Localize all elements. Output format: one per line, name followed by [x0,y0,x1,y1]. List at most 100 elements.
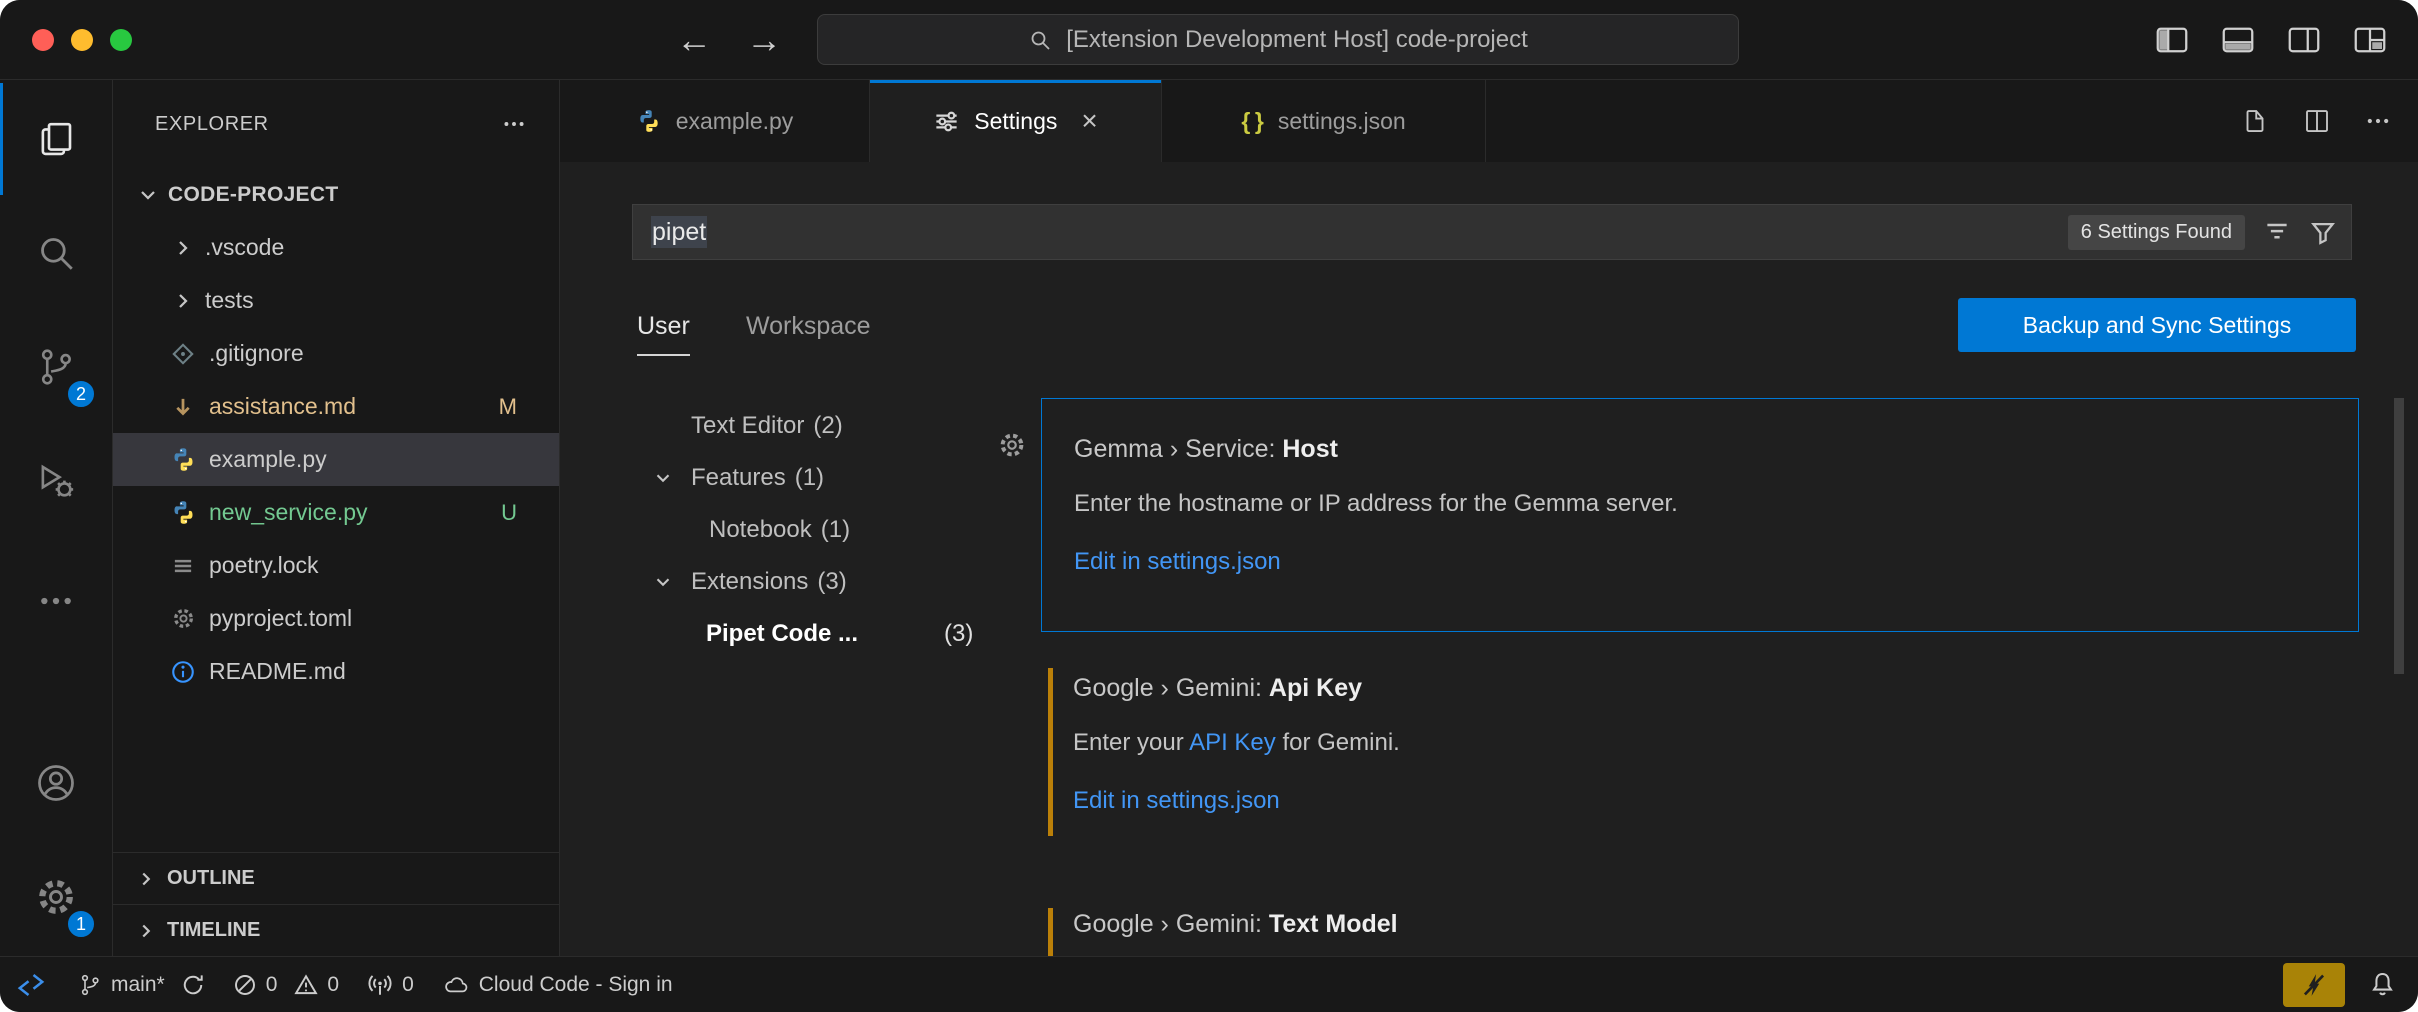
explorer-more-icon[interactable] [501,111,527,137]
git-branch-status[interactable]: main* [64,957,179,1012]
traffic-lights [32,29,132,51]
close-icon[interactable]: × [1081,107,1097,135]
activity-search[interactable] [0,197,112,309]
file-label: poetry.lock [209,552,319,579]
explorer-header: EXPLORER [155,98,527,150]
minimize-window-button[interactable] [71,29,93,51]
setting-gemma-service-host[interactable]: Gemma › Service: Host Enter the hostname… [1041,398,2359,632]
filter-funnel-icon[interactable] [2309,218,2337,246]
split-editor-icon[interactable] [2302,106,2332,136]
scope-tab-user[interactable]: User [637,312,690,356]
tree-item-readme-md[interactable]: README.md [113,645,559,698]
tab-settings-json[interactable]: { } settings.json [1162,80,1486,162]
file-label: new_service.py [209,499,368,526]
activity-settings[interactable]: 1 [0,841,112,953]
toc-notebook[interactable]: Notebook (1) [560,504,1005,556]
sidebar-bottom-sections: OUTLINE TIMELINE [113,852,559,956]
tree-item-gitignore[interactable]: .gitignore [113,327,559,380]
maximize-window-button[interactable] [110,29,132,51]
setting-category: Gemma › Service: [1074,435,1282,463]
activity-explorer[interactable] [0,83,112,195]
scope-tab-workspace[interactable]: Workspace [746,312,871,341]
api-key-link[interactable]: API Key [1189,729,1276,756]
tab-label: Settings [974,108,1057,135]
tab-settings[interactable]: Settings × [870,80,1162,162]
forward-icon[interactable]: → [746,19,782,61]
edit-in-settings-json-link[interactable]: Edit in settings.json [1074,548,2358,576]
tree-item-new-service-py[interactable]: new_service.py U [113,486,559,539]
search-actions [2263,218,2337,246]
activity-run-debug[interactable] [0,425,112,537]
tree-root-code-project[interactable]: CODE-PROJECT [113,168,559,221]
tree-item-tests[interactable]: tests [113,274,559,327]
tree-item-pyproject-toml[interactable]: pyproject.toml [113,592,559,645]
customize-layout-icon[interactable] [2352,25,2388,55]
warnings-icon [294,973,318,997]
remote-indicator[interactable] [0,957,64,1012]
open-settings-json-icon[interactable] [2240,106,2270,136]
tree-item-assistance-md[interactable]: assistance.md M [113,380,559,433]
activity-accounts[interactable] [0,727,112,839]
back-icon[interactable]: ← [676,19,712,61]
branch-icon [78,973,102,997]
setting-actions-gear-icon[interactable] [997,430,1027,460]
tab-example-py[interactable]: example.py [560,80,870,162]
toc-pipet-code[interactable]: Pipet Code ... (3) [560,608,1005,660]
outline-section[interactable]: OUTLINE [113,852,559,904]
python-file-icon [169,446,197,474]
file-label: assistance.md [209,393,356,420]
toggle-panel-icon[interactable] [2220,25,2256,55]
explorer-sidebar: EXPLORER CODE-PROJECT .vscode tests [113,80,560,956]
toc-label: Features [691,464,786,492]
command-center[interactable]: [Extension Development Host] code-projec… [817,14,1739,65]
account-icon [34,761,78,805]
setting-google-gemini-text-model[interactable]: Google › Gemini: Text Model [1041,902,2359,956]
activity-source-control[interactable]: 2 [0,311,112,423]
lightning-slash-icon [2300,971,2328,999]
broadcast-icon [367,972,393,998]
file-tree: CODE-PROJECT .vscode tests .gitignore [113,168,559,698]
problems-status[interactable]: 0 0 [219,957,353,1012]
toc-label: Pipet Code ... [706,620,858,648]
close-window-button[interactable] [32,29,54,51]
cloud-icon [442,971,470,999]
tab-label: example.py [676,108,794,135]
toggle-primary-sidebar-icon[interactable] [2154,25,2190,55]
status-bar: main* 0 0 0 Cloud Cod [0,956,2418,1012]
setting-title: Google › Gemini: Api Key [1073,674,2359,703]
tree-item-example-py[interactable]: example.py [113,433,559,486]
ports-count: 0 [402,973,414,997]
cloud-code-status[interactable]: Cloud Code - Sign in [428,957,687,1012]
toc-text-editor[interactable]: Text Editor (2) [560,400,1005,452]
ports-status[interactable]: 0 [353,957,428,1012]
activity-more[interactable] [0,545,112,657]
lock-file-icon [169,552,197,580]
run-debug-icon [35,460,77,502]
toc-features[interactable]: Features (1) [560,452,1005,504]
toc-extensions[interactable]: Extensions (3) [560,556,1005,608]
setting-name: Text Model [1269,910,1398,938]
more-actions-icon[interactable] [2364,107,2392,135]
editor-area: example.py Settings × { } settings.json [560,80,2418,956]
errors-count: 0 [266,973,278,997]
branch-name: main* [111,973,165,997]
backup-sync-settings-button[interactable]: Backup and Sync Settings [1958,298,2356,352]
timeline-section[interactable]: TIMELINE [113,904,559,956]
extension-alert-indicator[interactable] [2283,963,2345,1007]
clear-search-filters-icon[interactable] [2263,218,2291,246]
search-icon [1028,28,1052,52]
notifications-bell[interactable] [2359,957,2418,1012]
settings-toc: Text Editor (2) Features (1) Notebook (1… [560,400,1005,660]
tree-item-vscode[interactable]: .vscode [113,221,559,274]
sync-status[interactable] [179,957,219,1012]
toggle-secondary-sidebar-icon[interactable] [2286,25,2322,55]
setting-google-gemini-api-key[interactable]: Google › Gemini: Api Key Enter your API … [1041,662,2359,842]
tree-item-poetry-lock[interactable]: poetry.lock [113,539,559,592]
edit-in-settings-json-link[interactable]: Edit in settings.json [1073,787,2359,815]
setting-title: Gemma › Service: Host [1074,435,2358,464]
file-label: pyproject.toml [209,605,352,632]
root-folder-label: CODE-PROJECT [168,183,338,207]
markdown-file-icon [169,393,197,421]
scrollbar[interactable] [2394,398,2404,674]
settings-search-input[interactable]: pipet 6 Settings Found [632,204,2352,260]
